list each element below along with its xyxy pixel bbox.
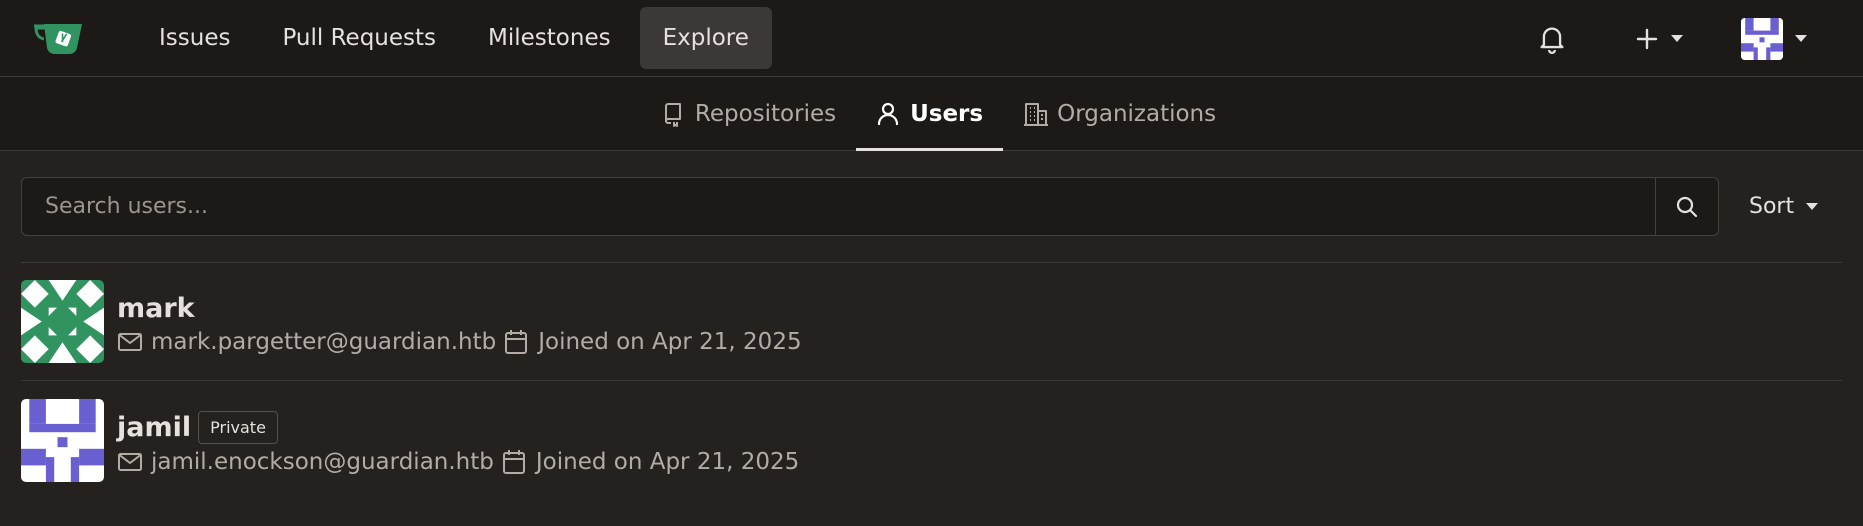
user-joined-date: Joined on Apr 21, 2025 bbox=[538, 329, 802, 355]
gitea-logo-icon[interactable] bbox=[32, 20, 86, 56]
nav-link-explore[interactable]: Explore bbox=[639, 7, 772, 69]
main-nav-links: Issues Pull Requests Milestones Explore bbox=[136, 0, 778, 76]
calendar-icon bbox=[502, 448, 530, 476]
tab-label: Users bbox=[910, 100, 984, 127]
nav-link-milestones[interactable]: Milestones bbox=[465, 7, 634, 69]
chevron-down-icon bbox=[1806, 203, 1819, 210]
calendar-icon bbox=[504, 328, 532, 356]
bell-icon[interactable] bbox=[1535, 22, 1569, 56]
plus-icon bbox=[1636, 28, 1658, 49]
search-row: Sort bbox=[0, 177, 1863, 236]
user-name-link[interactable]: mark bbox=[117, 293, 195, 324]
user-name-row: jamil Private bbox=[117, 410, 799, 444]
user-meta: mark.pargetter@guardian.htb Joined on Ap… bbox=[117, 328, 802, 356]
search-icon bbox=[1676, 196, 1698, 217]
user-menu-dropdown[interactable] bbox=[1741, 17, 1807, 60]
sort-label: Sort bbox=[1749, 194, 1795, 219]
explore-tabs: Repositories Users Organizations bbox=[0, 77, 1863, 151]
list-item: mark mark.pargetter@guardian.htb Joined … bbox=[21, 263, 1842, 381]
tab-organizations[interactable]: Organizations bbox=[1003, 77, 1236, 150]
private-badge: Private bbox=[198, 410, 278, 444]
tab-label: Organizations bbox=[1057, 100, 1217, 127]
person-icon bbox=[876, 101, 902, 127]
search-button[interactable] bbox=[1655, 178, 1718, 235]
tab-label: Repositories bbox=[694, 100, 837, 127]
tab-users[interactable]: Users bbox=[856, 77, 1004, 151]
navbar-right bbox=[1535, 0, 1863, 77]
create-new-dropdown[interactable] bbox=[1635, 27, 1683, 51]
top-navbar: Issues Pull Requests Milestones Explore bbox=[0, 0, 1863, 77]
nav-link-pull-requests[interactable]: Pull Requests bbox=[259, 7, 459, 69]
list-item: jamil Private jamil.enockson@guardian.ht… bbox=[21, 381, 1842, 499]
search-form bbox=[21, 177, 1719, 236]
avatar bbox=[1741, 17, 1783, 60]
search-input[interactable] bbox=[22, 178, 1655, 235]
avatar[interactable] bbox=[21, 398, 104, 482]
mail-icon bbox=[117, 448, 145, 476]
repo-icon bbox=[661, 101, 687, 127]
mail-icon bbox=[117, 328, 145, 356]
user-list: mark mark.pargetter@guardian.htb Joined … bbox=[21, 262, 1842, 499]
user-info: mark mark.pargetter@guardian.htb Joined … bbox=[117, 293, 802, 356]
nav-link-issues[interactable]: Issues bbox=[136, 7, 253, 69]
user-info: jamil Private jamil.enockson@guardian.ht… bbox=[117, 410, 799, 476]
chevron-down-icon bbox=[1671, 35, 1683, 42]
tab-repositories[interactable]: Repositories bbox=[641, 77, 856, 150]
avatar[interactable] bbox=[21, 280, 104, 363]
sort-dropdown[interactable]: Sort bbox=[1749, 194, 1819, 219]
user-joined-date: Joined on Apr 21, 2025 bbox=[535, 448, 800, 475]
chevron-down-icon bbox=[1795, 35, 1807, 42]
user-name-link[interactable]: jamil bbox=[117, 412, 191, 443]
user-email[interactable]: jamil.enockson@guardian.htb bbox=[151, 449, 494, 475]
user-meta: jamil.enockson@guardian.htb Joined on Ap… bbox=[117, 448, 799, 476]
user-name-row: mark bbox=[117, 293, 802, 324]
organization-icon bbox=[1023, 101, 1049, 127]
user-email[interactable]: mark.pargetter@guardian.htb bbox=[151, 329, 496, 355]
